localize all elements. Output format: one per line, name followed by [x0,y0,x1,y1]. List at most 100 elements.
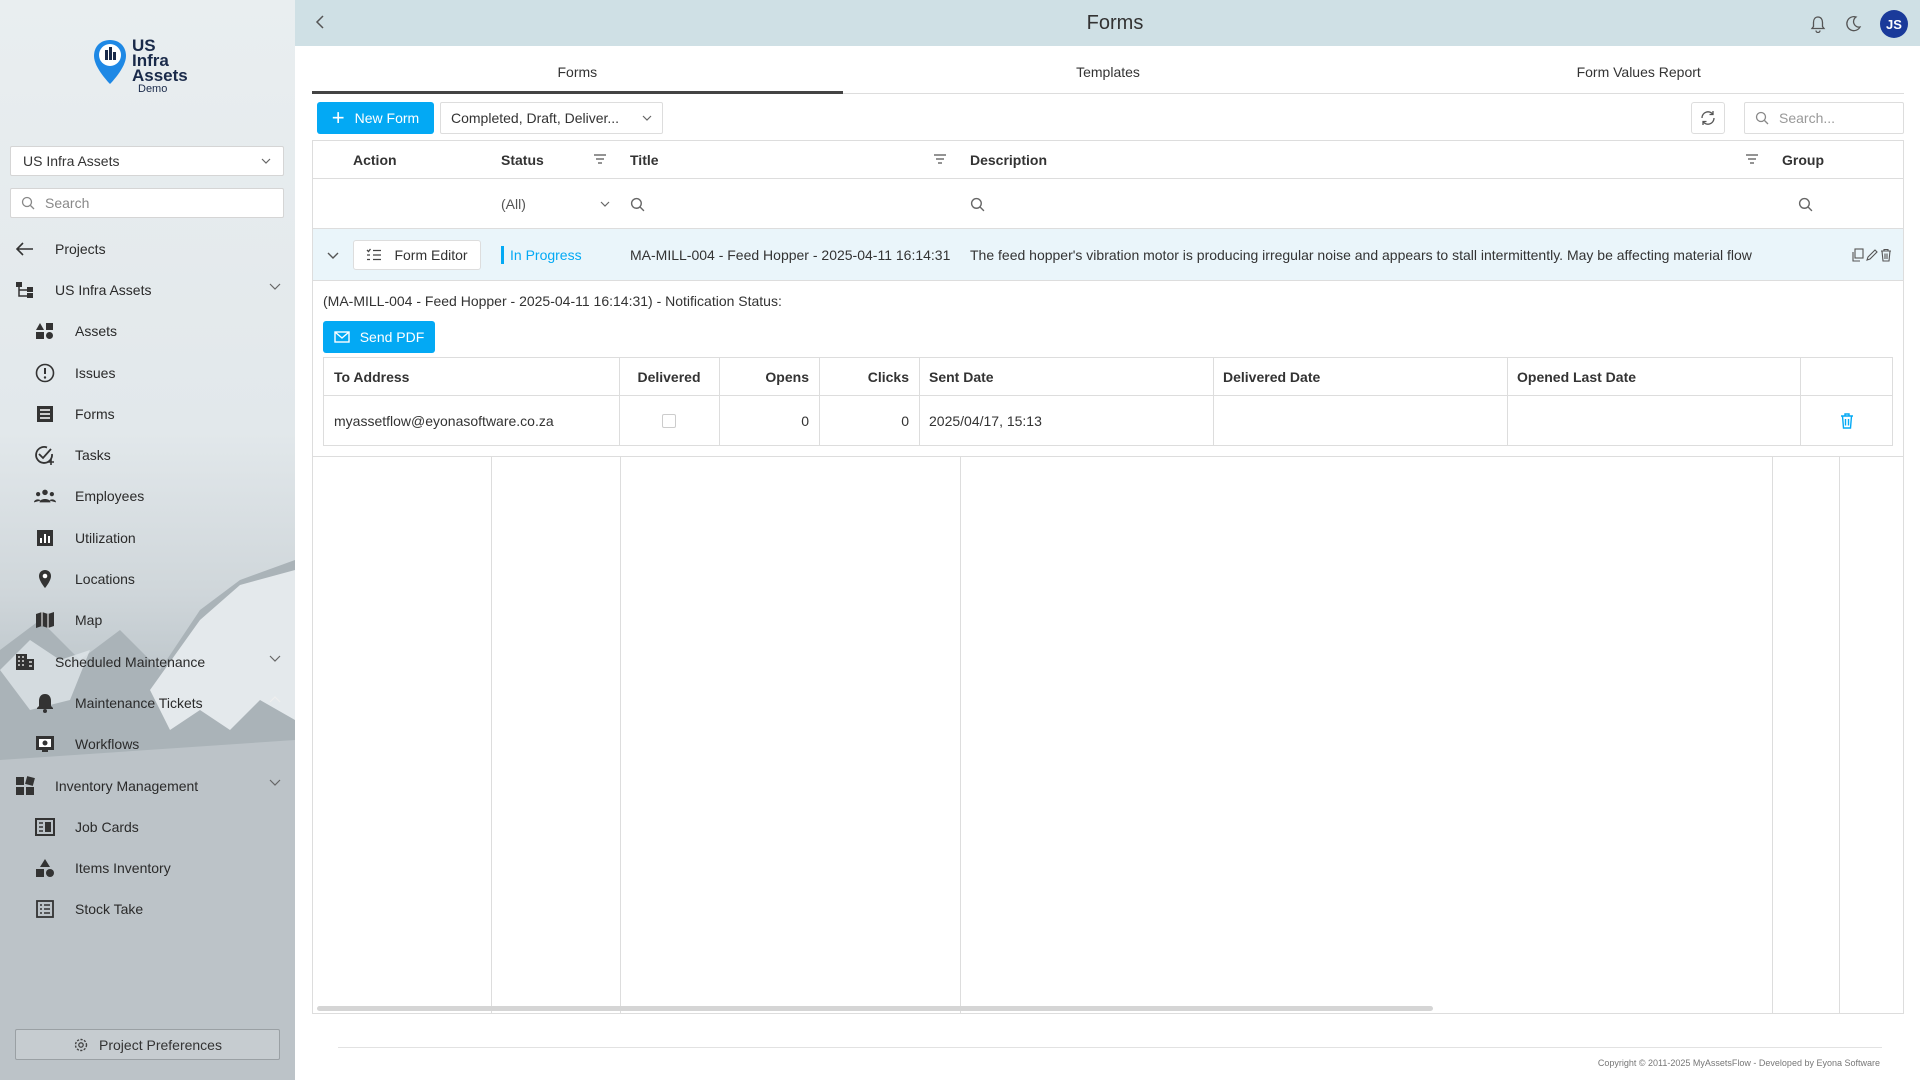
status-filter-value: Completed, Draft, Deliver... [451,110,620,126]
sidebar-item-stock-take[interactable]: Stock Take [0,889,295,930]
horizontal-scrollbar[interactable] [317,1006,1433,1011]
sidebar-item-employees[interactable]: Employees [0,476,295,517]
sidebar-search-placeholder: Search [45,195,90,211]
row-actions-cell [1839,229,1903,281]
sidebar-item-us-infra-assets[interactable]: US Infra Assets [0,269,295,310]
sidebar-item-map[interactable]: Map [0,600,295,641]
map-icon [34,609,56,631]
filter-icon[interactable] [593,153,607,165]
sidebar-item-label: US Infra Assets [55,281,152,298]
column-header-group[interactable]: Group [1772,141,1834,179]
people-icon [34,485,56,507]
table-row[interactable]: Form Editor In Progress MA-MILL-004 - Fe… [313,229,1903,281]
delivered-checkbox[interactable] [662,413,676,428]
status-filter-value: (All) [501,196,526,212]
table-row: myassetflow@eyonasoftware.co.za 0 0 2025… [324,396,1892,445]
new-form-button[interactable]: + New Form [317,102,434,134]
chevron-down-icon[interactable] [269,283,281,291]
filter-icon[interactable] [933,153,947,165]
sidebar-item-label: Locations [75,571,135,588]
sidebar-item-inventory-management[interactable]: Inventory Management [0,765,295,806]
sidebar-item-locations[interactable]: Locations [0,558,295,599]
sidebar-item-job-cards[interactable]: Job Cards [0,806,295,847]
tab-templates[interactable]: Templates [843,50,1374,93]
sidebar-item-forms[interactable]: Forms [0,393,295,434]
column-header-opens[interactable]: Opens [719,358,819,396]
user-avatar[interactable]: JS [1880,10,1908,38]
arrow-left-icon [14,238,36,260]
column-header-to-address[interactable]: To Address [324,358,419,396]
column-header-opened-last-date[interactable]: Opened Last Date [1507,358,1646,396]
trash-icon[interactable] [1839,412,1855,430]
column-header-sent-date[interactable]: Sent Date [919,358,1004,396]
form-editor-label: Form Editor [394,247,468,263]
sidebar-item-issues[interactable]: Issues [0,352,295,393]
notification-detail-panel: (MA-MILL-004 - Feed Hopper - 2025-04-11 … [313,281,1903,457]
job-card-icon [34,816,56,838]
title-filter-cell[interactable] [620,179,960,229]
sidebar-item-maintenance-tickets[interactable]: Maintenance Tickets [0,682,295,723]
send-pdf-button[interactable]: Send PDF [323,321,435,353]
project-select[interactable]: US Infra Assets [10,146,284,176]
gear-icon [74,1038,88,1051]
action-cell: Form Editor [353,229,491,281]
sidebar-item-projects[interactable]: Projects [0,228,295,269]
search-icon [21,196,35,210]
refresh-button[interactable] [1691,102,1725,134]
filter-icon[interactable] [1745,153,1759,165]
delivered-cell [619,396,719,445]
refresh-icon [1701,111,1715,125]
brand-logo[interactable]: US Infra Assets Demo [92,37,188,95]
status-filter-select[interactable]: Completed, Draft, Deliver... [440,102,663,134]
project-preferences-button[interactable]: Project Preferences [15,1029,280,1060]
project-preferences-label: Project Preferences [99,1036,222,1053]
sidebar-item-label: Forms [75,405,115,422]
status-filter-cell[interactable]: (All) [491,179,620,229]
chart-icon [34,527,56,549]
hierarchy-icon [14,279,36,301]
column-header-status[interactable]: Status [491,141,554,179]
sidebar-item-utilization[interactable]: Utilization [0,517,295,558]
status-badge: In Progress [501,246,582,264]
sidebar-item-label: Map [75,612,103,629]
brand-line3: Assets [132,66,188,85]
group-filter-cell[interactable] [1772,179,1839,229]
sidebar-item-assets[interactable]: Assets [0,311,295,352]
chevron-down-icon[interactable] [269,655,281,662]
tab-form-values-report[interactable]: Form Values Report [1373,50,1904,93]
row-expand-toggle[interactable] [313,229,353,281]
alert-circle-icon [34,362,56,384]
sidebar-item-label: Projects [55,240,106,257]
sidebar-item-workflows[interactable]: Workflows [0,724,295,765]
edit-pencil-icon[interactable] [1865,248,1879,262]
moon-icon[interactable] [1844,15,1862,33]
forms-grid: Action Status Title Description Group (A… [312,140,1904,1014]
sidebar-item-scheduled-maintenance[interactable]: Scheduled Maintenance [0,641,295,682]
task-icon [34,444,56,466]
chevron-up-icon[interactable] [269,696,281,703]
location-pin-icon [34,568,56,590]
bell-icon[interactable] [1810,15,1826,33]
column-header-description[interactable]: Description [960,141,1057,179]
trash-icon[interactable] [1879,248,1893,262]
forms-search-input[interactable]: Search... [1744,102,1904,134]
sidebar-item-label: Scheduled Maintenance [55,653,206,670]
chevron-down-icon [642,115,652,121]
sidebar-search-input[interactable]: Search [10,188,284,218]
chevron-down-icon[interactable] [269,779,281,786]
tab-forms[interactable]: Forms [312,50,843,94]
form-editor-button[interactable]: Form Editor [353,240,481,270]
description-filter-cell[interactable] [960,179,1772,229]
column-header-title[interactable]: Title [620,141,669,179]
column-header-clicks[interactable]: Clicks [819,358,919,396]
grid-icon [14,775,36,797]
status-cell: In Progress [491,229,620,281]
sidebar-item-label: Assets [75,323,118,340]
column-header-delivered[interactable]: Delivered [619,358,719,396]
column-header-action[interactable]: Action [343,141,407,179]
column-header-delivered-date[interactable]: Delivered Date [1213,358,1330,396]
copy-icon[interactable] [1851,248,1865,262]
sidebar-item-items-inventory[interactable]: Items Inventory [0,847,295,888]
sidebar-item-label: Job Cards [75,818,139,835]
sidebar-item-tasks[interactable]: Tasks [0,434,295,475]
